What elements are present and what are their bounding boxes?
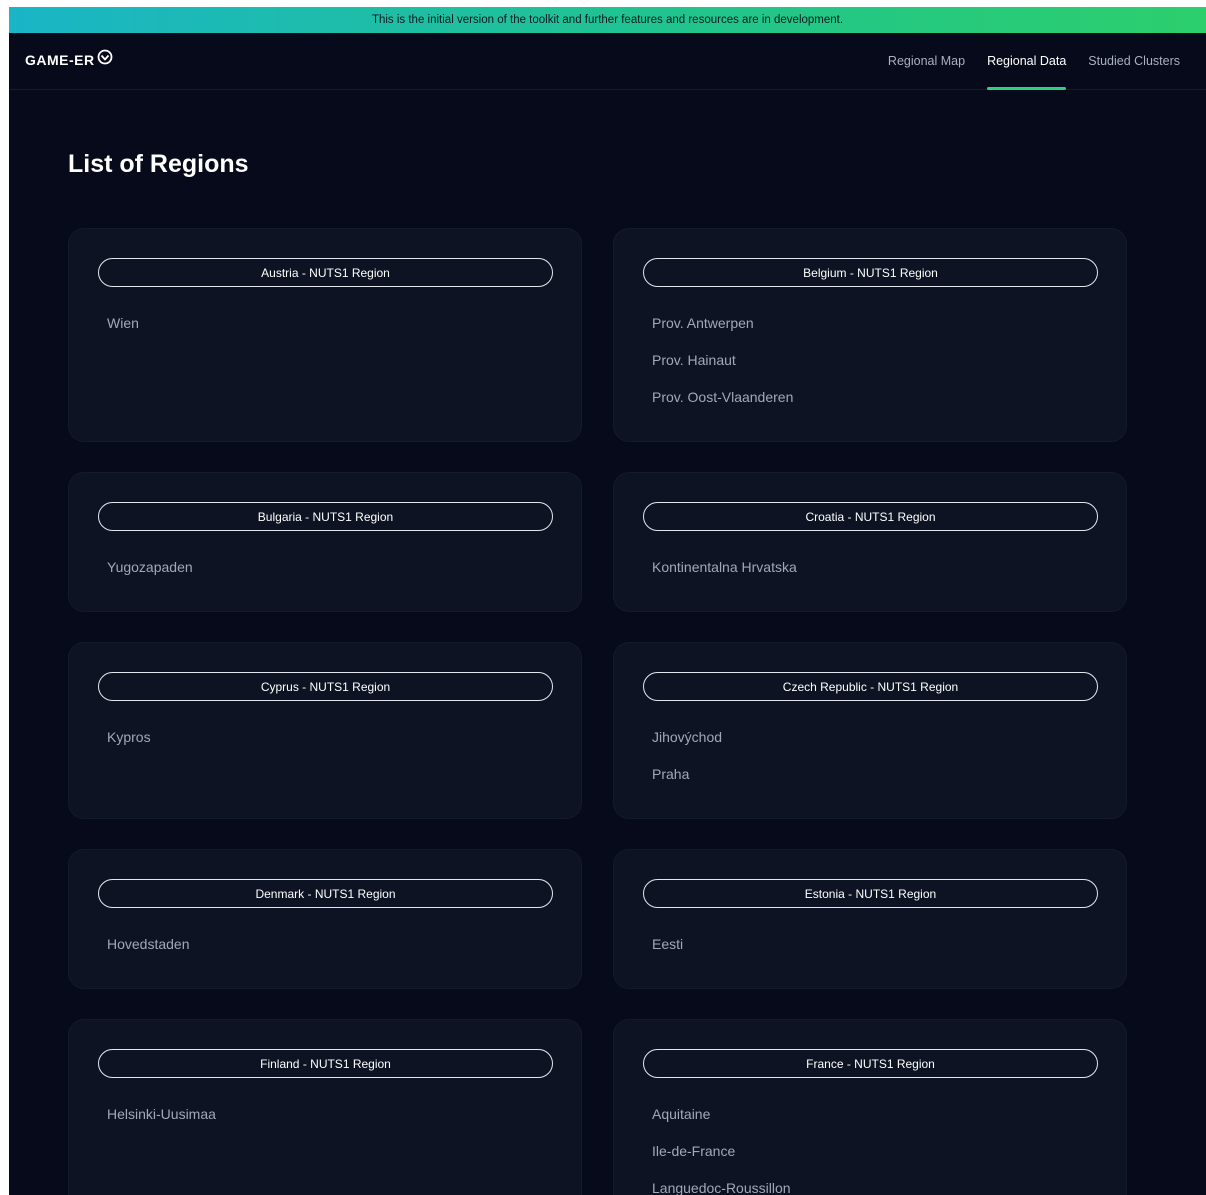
region-link[interactable]: Eesti	[652, 934, 683, 971]
logo-text: GAME-ER	[25, 52, 95, 68]
region-link[interactable]: Aquitaine	[652, 1104, 791, 1141]
region-link[interactable]: Prov. Antwerpen	[652, 313, 793, 350]
region-link[interactable]: Hovedstaden	[107, 934, 190, 971]
country-card-cyprus: Cyprus - NUTS1 Region Kypros	[68, 642, 582, 819]
page-title: List of Regions	[68, 150, 249, 178]
region-list: Aquitaine Ile-de-France Languedoc-Roussi…	[652, 1104, 791, 1195]
country-card-france: France - NUTS1 Region Aquitaine Ile-de-F…	[613, 1019, 1127, 1195]
region-list: Prov. Antwerpen Prov. Hainaut Prov. Oost…	[652, 313, 793, 424]
region-link[interactable]: Languedoc-Roussillon	[652, 1178, 791, 1195]
region-list: Kontinentalna Hrvatska	[652, 557, 797, 594]
country-header-button[interactable]: Denmark - NUTS1 Region	[98, 879, 553, 908]
country-header-button[interactable]: Estonia - NUTS1 Region	[643, 879, 1098, 908]
region-link[interactable]: Wien	[107, 313, 139, 350]
region-list: Helsinki-Uusimaa	[107, 1104, 216, 1141]
country-card-austria: Austria - NUTS1 Region Wien	[68, 228, 582, 442]
country-card-denmark: Denmark - NUTS1 Region Hovedstaden	[68, 849, 582, 989]
region-list: Jihovýchod Praha	[652, 727, 722, 801]
nav-label: Studied Clusters	[1088, 54, 1180, 68]
country-header-button[interactable]: Cyprus - NUTS1 Region	[98, 672, 553, 701]
country-card-bulgaria: Bulgaria - NUTS1 Region Yugozapaden	[68, 472, 582, 612]
country-header-button[interactable]: Czech Republic - NUTS1 Region	[643, 672, 1098, 701]
app-frame: This is the initial version of the toolk…	[9, 7, 1206, 1195]
region-link[interactable]: Ile-de-France	[652, 1141, 791, 1178]
region-list: Yugozapaden	[107, 557, 193, 594]
logo-ball-icon	[97, 49, 113, 65]
country-card-finland: Finland - NUTS1 Region Helsinki-Uusimaa	[68, 1019, 582, 1195]
region-link[interactable]: Praha	[652, 764, 722, 801]
country-card-belgium: Belgium - NUTS1 Region Prov. Antwerpen P…	[613, 228, 1127, 442]
country-card-czech-republic: Czech Republic - NUTS1 Region Jihovýchod…	[613, 642, 1127, 819]
top-navbar: GAME-ER Regional Map Regional Data Studi…	[9, 33, 1206, 90]
region-list: Kypros	[107, 727, 151, 764]
main-nav: Regional Map Regional Data Studied Clust…	[888, 33, 1206, 90]
country-card-estonia: Estonia - NUTS1 Region Eesti	[613, 849, 1127, 989]
region-list: Wien	[107, 313, 139, 350]
nav-studied-clusters[interactable]: Studied Clusters	[1088, 33, 1180, 89]
banner-text: This is the initial version of the toolk…	[371, 14, 844, 26]
region-link[interactable]: Kontinentalna Hrvatska	[652, 557, 797, 594]
region-link[interactable]: Yugozapaden	[107, 557, 193, 594]
region-list: Eesti	[652, 934, 683, 971]
country-header-button[interactable]: France - NUTS1 Region	[643, 1049, 1098, 1078]
nav-regional-data[interactable]: Regional Data	[987, 33, 1067, 90]
region-link[interactable]: Kypros	[107, 727, 151, 764]
region-link[interactable]: Prov. Oost-Vlaanderen	[652, 387, 793, 424]
development-banner: This is the initial version of the toolk…	[9, 7, 1206, 33]
country-header-button[interactable]: Finland - NUTS1 Region	[98, 1049, 553, 1078]
country-header-button[interactable]: Croatia - NUTS1 Region	[643, 502, 1098, 531]
country-header-button[interactable]: Austria - NUTS1 Region	[98, 258, 553, 287]
country-header-button[interactable]: Belgium - NUTS1 Region	[643, 258, 1098, 287]
region-link[interactable]: Jihovýchod	[652, 727, 722, 764]
region-list: Hovedstaden	[107, 934, 190, 971]
logo[interactable]: GAME-ER	[25, 49, 113, 68]
nav-label: Regional Map	[887, 54, 966, 68]
region-link[interactable]: Prov. Hainaut	[652, 350, 793, 387]
country-card-croatia: Croatia - NUTS1 Region Kontinentalna Hrv…	[613, 472, 1127, 612]
country-header-button[interactable]: Bulgaria - NUTS1 Region	[98, 502, 553, 531]
region-link[interactable]: Helsinki-Uusimaa	[107, 1104, 216, 1141]
nav-label: Regional Data	[987, 54, 1067, 68]
nav-regional-map[interactable]: Regional Map	[888, 33, 965, 89]
